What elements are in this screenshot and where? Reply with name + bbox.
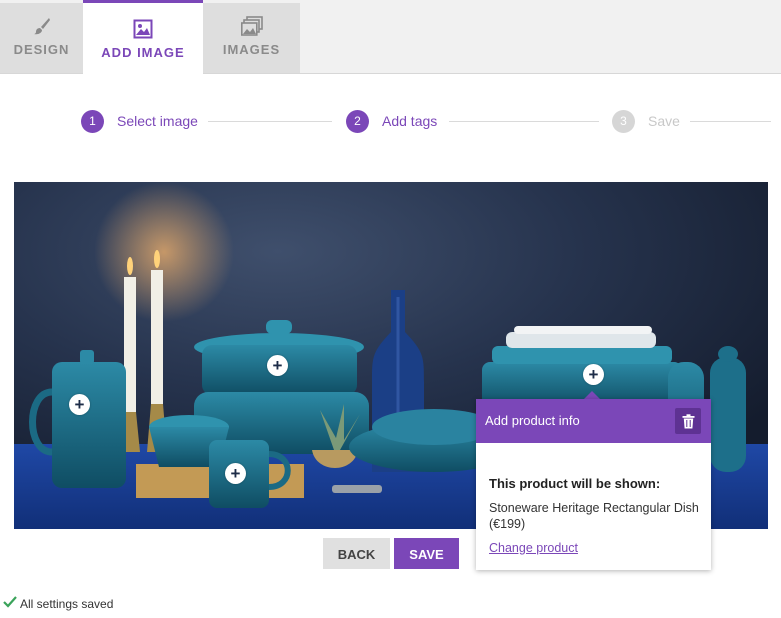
step-3-number: 3 [612, 110, 635, 133]
hotspot-add-product[interactable]: + [225, 463, 246, 484]
step-1-number[interactable]: 1 [81, 110, 104, 133]
tab-images[interactable]: IMAGES [203, 3, 300, 73]
status-text: All settings saved [20, 596, 114, 611]
popup-heading: This product will be shown: [489, 476, 661, 491]
step-connector [208, 121, 332, 122]
stepper: 1 Select image 2 Add tags 3 Save [0, 108, 781, 136]
step-3-label: Save [648, 113, 680, 129]
step-2-number[interactable]: 2 [346, 110, 369, 133]
tab-design-label: DESIGN [13, 42, 70, 57]
product-info-popup: Add product info This product will be sh… [476, 399, 711, 570]
trash-icon[interactable] [675, 408, 701, 434]
check-icon [3, 596, 17, 611]
tab-add-image[interactable]: ADD IMAGE [83, 0, 203, 76]
brush-icon [0, 16, 83, 38]
popup-header: Add product info [476, 399, 711, 443]
tab-design[interactable]: DESIGN [0, 3, 83, 73]
tab-bar: DESIGN ADD IMAGE IMAGES [0, 0, 781, 76]
step-1-label[interactable]: Select image [117, 113, 198, 129]
save-button[interactable]: SAVE [394, 538, 459, 569]
change-product-link[interactable]: Change product [489, 541, 578, 555]
images-stack-icon [203, 16, 300, 38]
popup-title: Add product info [485, 413, 580, 428]
step-connector [690, 121, 771, 122]
hotspot-active-product[interactable]: + [583, 364, 604, 385]
back-button[interactable]: BACK [323, 538, 390, 569]
hotspot-add-product[interactable]: + [69, 394, 90, 415]
save-status: All settings saved [3, 596, 113, 611]
image-add-icon [83, 19, 203, 41]
step-connector [449, 121, 599, 122]
product-name: Stoneware Heritage Rectangular Dish (€19… [489, 501, 699, 531]
hotspot-add-product[interactable]: + [267, 355, 288, 376]
tab-images-label: IMAGES [222, 42, 281, 57]
step-2-label[interactable]: Add tags [382, 113, 437, 129]
tab-add-image-label: ADD IMAGE [101, 45, 185, 60]
